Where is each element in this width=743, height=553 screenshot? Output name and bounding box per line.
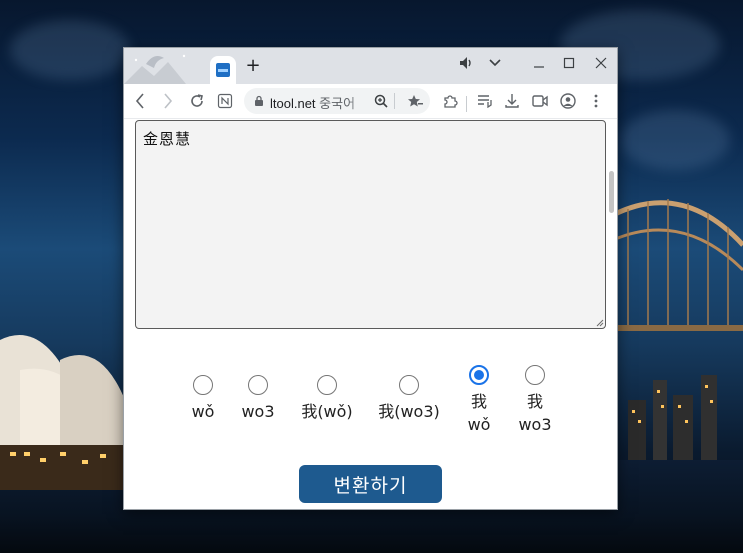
profile-avatar-icon[interactable] — [556, 89, 580, 113]
extensions-puzzle-icon[interactable] — [438, 89, 462, 113]
radio-button[interactable] — [399, 375, 419, 395]
cast-media-icon[interactable] — [528, 89, 552, 113]
new-tab-button[interactable]: + — [243, 56, 263, 76]
browser-tab[interactable] — [210, 56, 236, 84]
address-bar[interactable]: ltool.net 중국어 — [244, 88, 430, 114]
pinyin-option-ruby-tone-number[interactable]: 我 wo3 — [512, 365, 558, 435]
lock-icon — [255, 95, 263, 106]
radio-button[interactable] — [525, 365, 545, 385]
pinyin-option-hanzi-tone-mark[interactable]: 我(wǒ) — [296, 375, 358, 422]
pinyin-option-tone-mark[interactable]: wǒ — [182, 375, 224, 422]
url-host: ltool.net — [270, 96, 316, 111]
radio-button[interactable] — [248, 375, 268, 395]
kebab-menu-icon[interactable] — [584, 89, 608, 113]
reload-icon[interactable] — [185, 89, 209, 113]
option-label: wǒ — [191, 402, 215, 421]
tab-search-chevron-down-icon[interactable] — [482, 52, 508, 74]
tab-audio-icon[interactable] — [454, 52, 480, 74]
ltool-favicon-icon — [216, 63, 230, 77]
browser-toolbar: ltool.net 중국어 — [124, 84, 617, 119]
back-arrow-icon[interactable] — [128, 89, 152, 113]
browser-window: + ltool.net 중국어 金恩慧 wǒ wo3 我(wǒ) 我(wo3) … — [123, 47, 618, 510]
chinese-text-input[interactable]: 金恩慧 — [135, 120, 606, 329]
pinyin-option-tone-number[interactable]: wo3 — [235, 375, 281, 422]
title-bar: + — [124, 48, 617, 84]
bookmark-star-icon[interactable] — [404, 90, 426, 112]
radio-button-selected[interactable] — [469, 365, 489, 385]
option-label-pinyin: wo3 — [518, 415, 552, 434]
city-lights-wallpaper — [628, 375, 717, 460]
convert-button[interactable]: 변환하기 — [299, 465, 442, 503]
zoom-icon[interactable] — [370, 90, 392, 112]
minimize-button[interactable] — [526, 52, 552, 74]
forward-arrow-icon[interactable] — [156, 89, 180, 113]
option-label-hanzi: 我 — [526, 392, 543, 411]
pinyin-option-ruby-tone-mark[interactable]: 我 wǒ — [458, 365, 500, 435]
theme-decoration — [124, 54, 186, 84]
radio-button[interactable] — [193, 375, 213, 395]
scrollbar-thumb[interactable] — [609, 171, 614, 213]
option-label-hanzi: 我 — [470, 392, 487, 411]
option-label: wo3 — [241, 402, 275, 421]
option-label: 我(wǒ) — [301, 402, 353, 421]
harbour-bridge-wallpaper — [613, 199, 743, 331]
option-label-pinyin: wǒ — [467, 415, 491, 434]
reading-list-icon[interactable] — [473, 89, 497, 113]
extension-n-icon[interactable] — [213, 89, 237, 113]
close-window-button[interactable] — [588, 52, 614, 74]
option-label: 我(wo3) — [378, 402, 440, 421]
pinyin-option-hanzi-tone-number[interactable]: 我(wo3) — [373, 375, 445, 422]
resize-handle-icon[interactable] — [594, 317, 604, 327]
opera-house-wallpaper — [0, 335, 125, 490]
download-icon[interactable] — [500, 89, 524, 113]
maximize-button[interactable] — [556, 52, 582, 74]
radio-button[interactable] — [317, 375, 337, 395]
page-scrollbar[interactable] — [606, 119, 617, 509]
page-content: 金恩慧 wǒ wo3 我(wǒ) 我(wo3) 我 wǒ 我 wo3 변환하기 — [124, 119, 617, 509]
